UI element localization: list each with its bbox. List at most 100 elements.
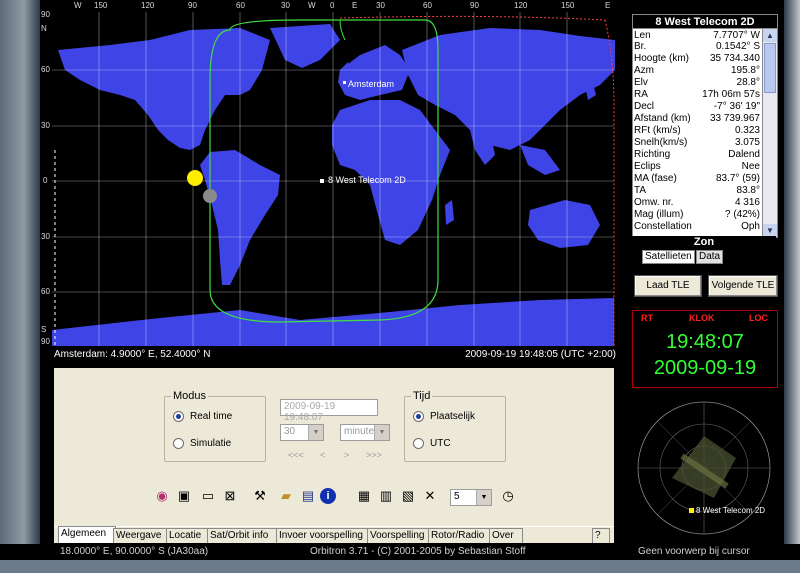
grid-view-icon[interactable]: ▦ — [354, 486, 374, 506]
tijd-title: Tijd — [411, 390, 433, 402]
tools-icon[interactable]: ⚒ — [250, 486, 270, 506]
radio-label: Real time — [190, 411, 233, 422]
lat-tick: 0 — [43, 176, 48, 185]
clock-panel: RT KLOK LOC 19:48:07 2009-09-19 — [632, 310, 778, 388]
lon-tick: 60 — [236, 1, 245, 10]
lon-tick: 30 — [281, 1, 290, 10]
lat-tick: 90 — [41, 10, 50, 19]
clock-label-rt: RT — [641, 313, 653, 323]
radio-realtime[interactable]: Real time — [173, 411, 232, 422]
info-row: RA 17h 06m 57s — [634, 89, 760, 100]
radio-dot — [173, 438, 184, 449]
radio-label: Simulatie — [190, 438, 232, 449]
tab-weergave[interactable]: Weergave — [113, 528, 169, 543]
info-row: MA (fase) 83.7° (59) — [634, 173, 760, 184]
nav-forward-button[interactable]: > — [344, 450, 349, 460]
world-map[interactable]: W 150 120 90 60 30 W 0 E 30 60 90 120 15… — [40, 0, 620, 348]
save-icon[interactable]: ▤ — [298, 486, 318, 506]
tab-algemeen[interactable]: Algemeen — [58, 526, 116, 543]
cursor-coords: 18.0000° E, 90.0000° S (JA30aa) — [60, 546, 209, 557]
orbit-icon[interactable]: ◉ — [152, 486, 172, 506]
nav-back-button[interactable]: < — [320, 450, 325, 460]
tab-satellieten[interactable]: Satellieten — [642, 250, 695, 264]
info-row: Mag (illum)? (42%) — [634, 209, 760, 220]
lat-tick: 90 — [41, 337, 50, 346]
nav-fast-forward-button[interactable]: >>> — [366, 450, 382, 460]
nav-fast-back-button[interactable]: <<< — [288, 450, 304, 460]
lon-tick: W — [308, 1, 316, 10]
scroll-thumb[interactable] — [764, 43, 776, 93]
lat-tick: 60 — [41, 65, 50, 74]
radar-canvas — [637, 401, 771, 535]
datetime-field[interactable]: 2009-09-19 19:48:07 — [280, 399, 378, 423]
satellite-marker — [320, 179, 324, 183]
scroll-up-icon[interactable]: ▲ — [763, 29, 777, 42]
main-tabs: Algemeen Weergave Locatie Sat/Orbit info… — [54, 526, 614, 543]
city-marker — [343, 81, 346, 84]
lon-tick: E — [605, 1, 611, 10]
app-copyright: Orbitron 3.71 - (C) 2001-2005 by Sebasti… — [310, 546, 526, 557]
minimize-icon[interactable]: ▭ — [198, 486, 218, 506]
moon-marker — [203, 189, 217, 203]
clock-label-loc: LOC — [749, 313, 768, 323]
desktop-left-edge — [0, 0, 40, 573]
city-label: Amsterdam — [348, 79, 395, 89]
tab-invoer-voorspelling[interactable]: Invoer voorspelling — [276, 528, 370, 543]
window-view-icon[interactable]: ▧ — [398, 486, 418, 506]
modus-group: Modus Real time Simulatie — [164, 390, 266, 462]
close-window-icon[interactable]: ⊠ — [220, 486, 240, 506]
radio-utc[interactable]: UTC — [413, 438, 451, 449]
lon-tick: 0 — [330, 1, 335, 10]
step-combo[interactable]: 30 ▼ — [280, 424, 324, 441]
tab-help[interactable]: ? — [592, 528, 610, 543]
tijd-group: Tijd Plaatselijk UTC — [404, 390, 506, 462]
tab-over[interactable]: Over — [489, 528, 523, 543]
info-row: Br. 0.1542° S — [634, 41, 760, 52]
open-folder-icon[interactable]: ▰ — [276, 486, 296, 506]
world-map-canvas — [52, 12, 615, 346]
tab-rotor-radio[interactable]: Rotor/Radio — [428, 528, 492, 543]
next-tle-button[interactable]: Volgende TLE — [708, 275, 778, 297]
info-scrollbar[interactable]: ▲ ▼ — [762, 28, 778, 238]
lat-tick: 60 — [41, 287, 50, 296]
tab-sat-orbit-info[interactable]: Sat/Orbit info — [207, 528, 279, 543]
clock-label-klok: KLOK — [689, 313, 715, 323]
info-row: Hoogte (km) 35 734.340 — [634, 53, 760, 64]
cursor-object: Geen voorwerp bij cursor — [638, 546, 750, 557]
modus-title: Modus — [171, 390, 209, 402]
lon-tick: 30 — [376, 1, 385, 10]
split-view-icon[interactable]: ▥ — [376, 486, 396, 506]
radar-view[interactable]: 8 West Telecom 2D — [632, 396, 776, 544]
tab-locatie[interactable]: Locatie — [166, 528, 210, 543]
load-tle-button[interactable]: Laad TLE — [634, 275, 702, 297]
info-icon[interactable]: i — [320, 488, 336, 504]
lon-tick: 60 — [423, 1, 432, 10]
unit-combo[interactable]: minuten ▼ — [340, 424, 390, 441]
chevron-down-icon: ▼ — [374, 425, 389, 440]
tab-voorspelling[interactable]: Voorspelling — [367, 528, 431, 543]
map-datetime: 2009-09-19 19:48:05 (UTC +2:00) — [465, 349, 616, 360]
camera-icon[interactable]: ▣ — [174, 486, 194, 506]
tab-data[interactable]: Data — [696, 250, 724, 264]
speed-combo[interactable]: 5 ▼ — [450, 489, 492, 506]
step-value: 30 — [284, 426, 296, 437]
info-row: Omw. nr. 4 316 — [634, 197, 760, 208]
clock-icon[interactable]: ◷ — [498, 486, 518, 506]
radio-simulatie[interactable]: Simulatie — [173, 438, 231, 449]
resize-icon[interactable]: ✕ — [420, 486, 440, 506]
chevron-down-icon: ▼ — [308, 425, 323, 440]
info-row: Snelh(km/s) 3.075 — [634, 137, 760, 148]
speed-value: 5 — [454, 491, 460, 502]
lon-tick: 120 — [514, 1, 528, 10]
map-status-bar: Amsterdam: 4.9000° E, 52.4000° N 2009-09… — [52, 348, 620, 362]
radio-plaatselijk[interactable]: Plaatselijk — [413, 411, 475, 422]
lat-hemi: N — [41, 24, 47, 33]
lon-tick: 90 — [188, 1, 197, 10]
lon-tick: 150 — [561, 1, 575, 10]
radar-satellite-marker — [689, 508, 694, 513]
clock-time: 19:48:07 — [666, 331, 744, 353]
info-row: Elv 28.8° — [634, 77, 760, 88]
info-row: Afstand (km) 33 739.967 — [634, 113, 760, 124]
desktop-bottom-strip — [0, 560, 800, 573]
lon-tick: 120 — [141, 1, 155, 10]
